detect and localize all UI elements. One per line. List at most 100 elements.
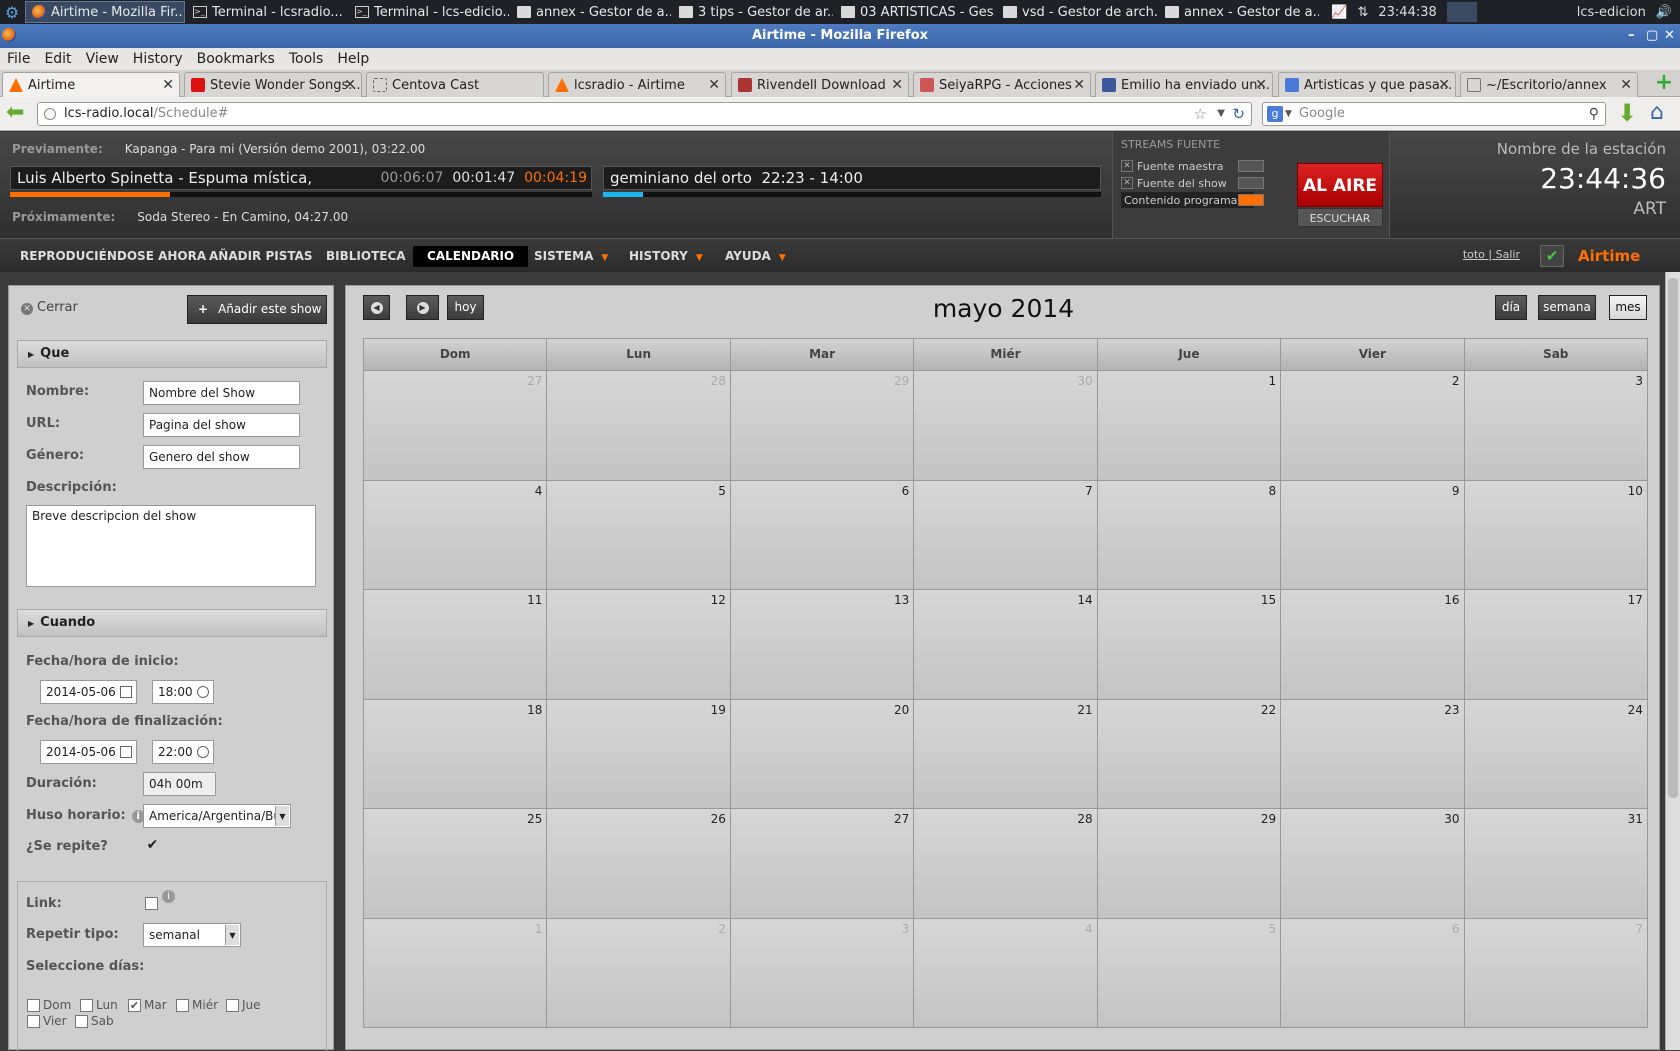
calendar-day-cell[interactable]: 20 [730,699,915,809]
tab-facebook[interactable]: Emilio ha enviado un... ✕ [1095,72,1273,97]
nav-library[interactable]: BIBLIOTECA [312,246,420,267]
status-check-icon[interactable]: ✔ [1540,245,1564,267]
section-when[interactable]: ▶ Cuando [17,609,327,637]
day-checkbox-mier[interactable]: Miér [176,998,218,1012]
clock-icon[interactable] [197,746,209,758]
calendar-day-cell[interactable]: 11 [364,590,548,700]
task-folder-1[interactable]: annex - Gestor de a... [511,1,671,23]
user-link[interactable]: toto [1463,248,1485,261]
search-engine-dropdown-icon[interactable]: ▼ [1285,103,1292,125]
calendar-day-cell[interactable]: 26 [547,809,731,919]
tab-airtime[interactable]: Airtime ✕ [2,72,180,97]
tab-seiyarpg[interactable]: SeiyaRPG - Acciones ✕ [913,72,1091,97]
scrollbar-thumb[interactable] [1668,278,1678,798]
checkbox[interactable] [27,1014,40,1028]
maximize-icon[interactable]: ▢ [1646,24,1658,48]
nav-calendar[interactable]: CALENDARIO [413,246,529,267]
menu-edit[interactable]: Edit [37,51,78,67]
calendar-day-cell[interactable]: 15 [1097,590,1282,700]
master-source-close-icon[interactable]: ✕ [1121,160,1133,172]
end-date-input[interactable]: 2014-05-06 [40,740,137,764]
calendar-day-cell[interactable]: 17 [1464,590,1648,700]
task-folder-4[interactable]: vsd - Gestor de arch... [997,1,1157,23]
timezone-select[interactable]: America/Argentina/Bue ▼ [143,804,291,828]
close-tab-icon[interactable]: ✕ [344,77,356,93]
checkbox[interactable] [27,998,40,1012]
calendar-day-cell[interactable]: 23 [1281,699,1465,809]
calendar-day-cell[interactable]: 12 [547,590,731,700]
url-dropdown-icon[interactable]: ▼ [1217,103,1225,125]
minimize-icon[interactable]: – [1628,24,1635,48]
calendar-icon[interactable] [120,686,132,698]
day-checkbox-dom[interactable]: Dom [27,998,71,1012]
tab-rivendell[interactable]: Rivendell Download ✕ [731,72,909,97]
tray-user[interactable]: lcs-edicion [1577,5,1646,20]
info-icon[interactable]: i [162,890,175,903]
calendar-day-cell[interactable]: 22 [1097,699,1282,809]
calendar-day-cell[interactable]: 30 [914,371,1098,481]
end-time-input[interactable]: 22:00 [152,740,214,764]
close-tab-icon[interactable]: ✕ [1255,77,1267,93]
day-checkbox-mar[interactable]: ✔ Mar [128,998,167,1012]
calendar-day-cell[interactable]: 16 [1281,590,1465,700]
new-tab-icon[interactable]: + [1652,72,1676,95]
calendar-day-cell[interactable]: 10 [1464,480,1648,590]
nav-history[interactable]: HISTORY ▼ [615,246,717,267]
close-tab-icon[interactable]: ✕ [162,77,174,93]
nav-system[interactable]: SISTEMA ▼ [520,246,622,267]
view-week-button[interactable]: semana [1538,295,1596,320]
add-show-button[interactable]: + Añadir este show [187,295,327,324]
day-checkbox-lun[interactable]: Lun [80,998,118,1012]
link-checkbox[interactable] [145,897,158,910]
calendar-day-cell[interactable]: 5 [1097,918,1282,1028]
menu-history[interactable]: History [126,51,190,67]
show-source-close-icon[interactable]: ✕ [1121,177,1133,189]
show-description-textarea[interactable]: Breve descripcion del show [26,505,316,587]
menu-bookmarks[interactable]: Bookmarks [190,51,282,67]
close-form-button[interactable]: ✕ Cerrar [21,300,78,315]
start-time-input[interactable]: 18:00 [152,680,214,704]
calendar-day-cell[interactable]: 5 [547,480,731,590]
calendar-day-cell[interactable]: 3 [730,918,915,1028]
calendar-day-cell[interactable]: 7 [1464,918,1648,1028]
task-terminal-1[interactable]: >_ Terminal - lcsradio... [187,1,347,23]
calendar-day-cell[interactable]: 31 [1464,809,1648,919]
calendar-day-cell[interactable]: 28 [914,809,1098,919]
menu-tools[interactable]: Tools [282,51,331,67]
calendar-day-cell[interactable]: 18 [364,699,548,809]
task-folder-5[interactable]: annex - Gestor de a... [1159,1,1319,23]
repeat-type-select[interactable]: semanal ▼ [143,923,241,947]
calendar-day-cell[interactable]: 3 [1464,371,1648,481]
clock-icon[interactable] [197,686,209,698]
close-window-icon[interactable]: ✕ [1664,24,1675,48]
search-icon[interactable]: ⚲ [1589,103,1599,125]
network-monitor-icon[interactable]: 📈 [1331,5,1347,20]
show-name-input[interactable]: Nombre del Show [143,381,300,405]
tab-annex[interactable]: ~/Escritorio/annex ✕ [1460,72,1638,97]
close-tab-icon[interactable]: ✕ [708,77,720,93]
home-icon[interactable]: ⌂ [1650,101,1664,125]
task-folder-2[interactable]: 3 tips - Gestor de ar... [673,1,833,23]
calendar-day-cell[interactable]: 29 [730,371,915,481]
day-checkbox-vier[interactable]: Vier [27,1014,67,1028]
tab-docs[interactable]: Artisticas y que pasa... ✕ [1278,72,1456,97]
checkbox[interactable] [176,998,189,1012]
calendar-day-cell[interactable]: 2 [547,918,731,1028]
firefox-tray-icon[interactable] [1446,2,1477,22]
task-folder-3[interactable]: 03 ARTISTICAS - Ges... [835,1,995,23]
show-source-switch[interactable] [1238,177,1264,189]
network-icon[interactable]: ⇅ [1357,5,1368,20]
start-date-input[interactable]: 2014-05-06 [40,680,137,704]
view-month-button[interactable]: mes [1609,295,1647,320]
bookmark-star-icon[interactable]: ☆ [1194,103,1207,125]
calendar-day-cell[interactable]: 8 [1097,480,1282,590]
section-what[interactable]: ▶ Que [17,340,327,368]
calendar-day-cell[interactable]: 19 [547,699,731,809]
show-url-input[interactable]: Pagina del show [143,413,300,437]
calendar-day-cell[interactable]: 29 [1097,809,1282,919]
url-bar[interactable]: lcs-radio.local/Schedule# ☆ ▼ ↻ [37,102,1252,126]
calendar-day-cell[interactable]: 27 [730,809,915,919]
checkbox[interactable] [75,1014,88,1028]
tab-youtube[interactable]: Stevie Wonder Songs... ✕ [184,72,362,97]
calendar-day-cell[interactable]: 25 [364,809,548,919]
